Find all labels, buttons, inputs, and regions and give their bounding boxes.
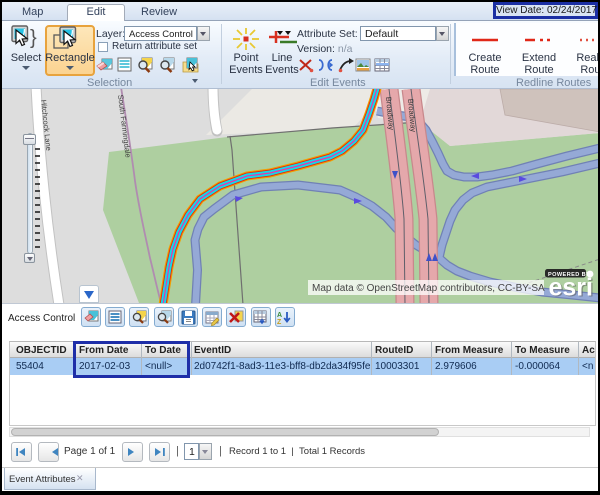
svg-text:A: A [277, 312, 282, 319]
svg-text:esri: esri [549, 274, 593, 302]
svg-text:South Farmingdale: South Farmingdale [116, 94, 133, 158]
svg-text:}: } [30, 27, 37, 49]
svg-text:Map data © OpenStreetMap contr: Map data © OpenStreetMap contributors, C… [312, 283, 545, 294]
svg-text:Z: Z [277, 319, 282, 326]
